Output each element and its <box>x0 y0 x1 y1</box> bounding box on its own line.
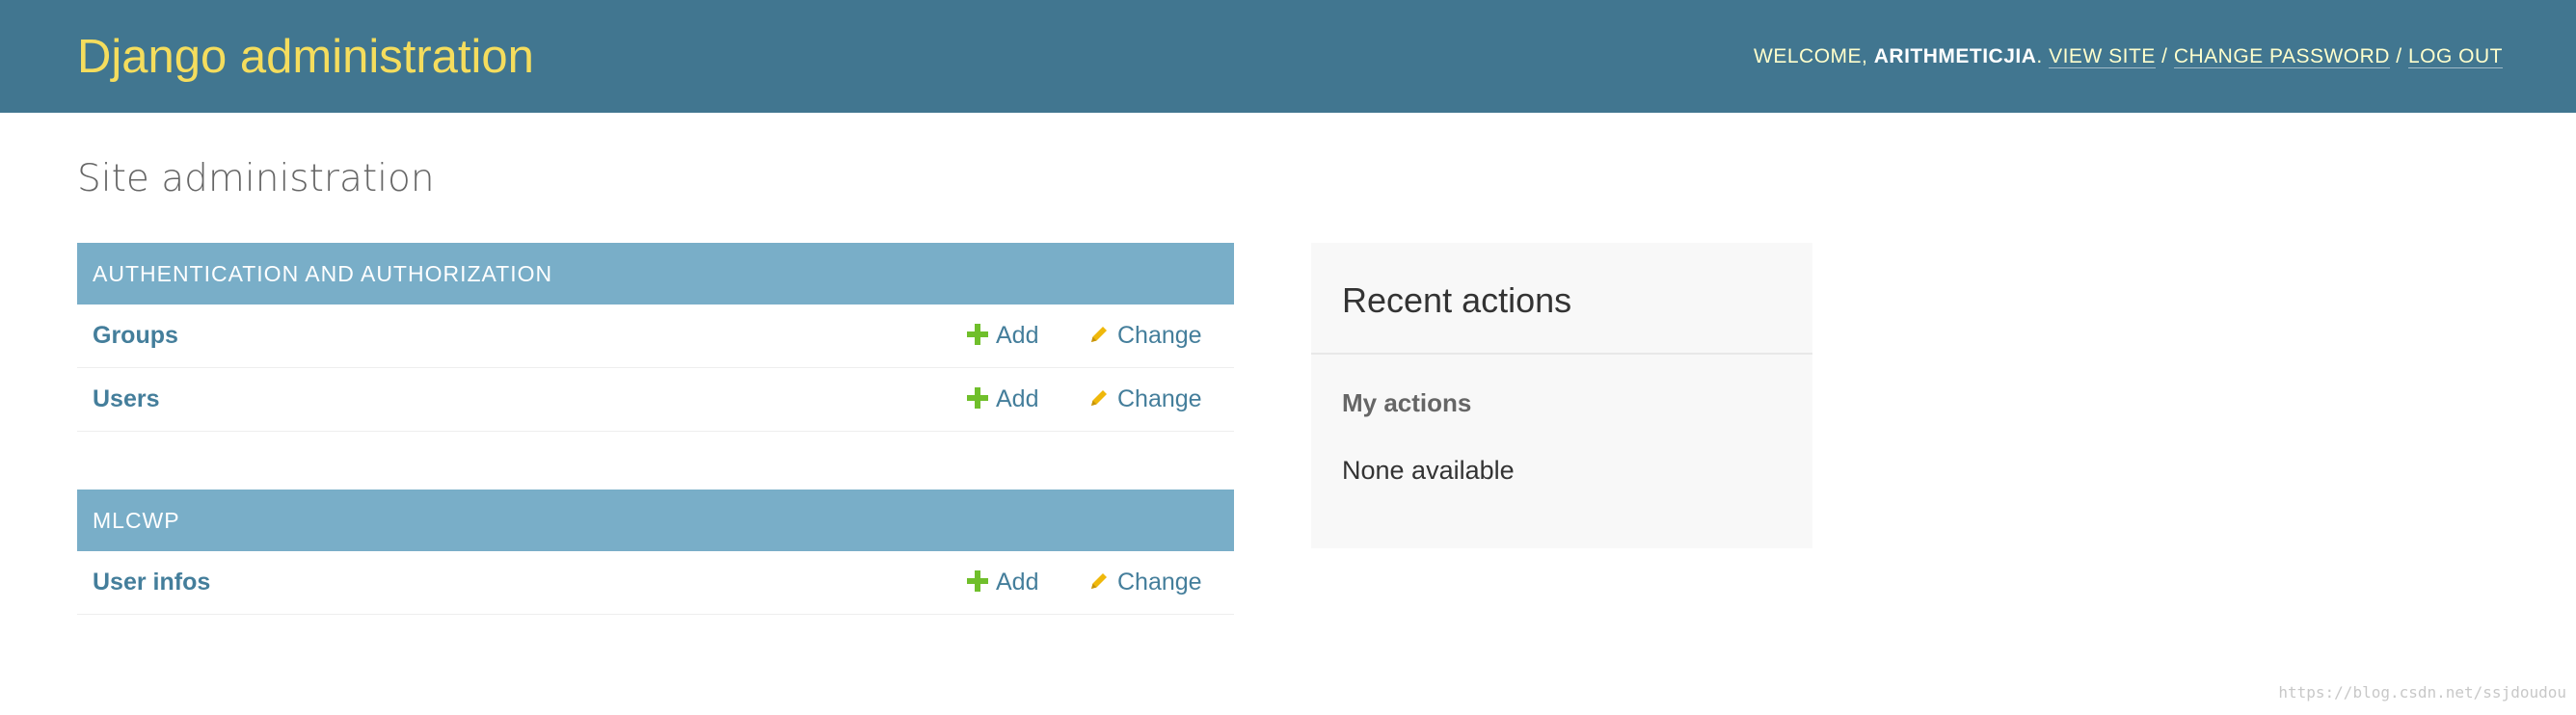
site-branding[interactable]: Django administration <box>77 27 534 87</box>
user-tools: WELCOME, ARITHMETICJIA. VIEW SITE / CHAN… <box>1754 43 2503 70</box>
table-row: User infos Add Change <box>77 551 1234 615</box>
module-mlcwp: MLCWP User infos Add Change <box>77 490 1234 615</box>
change-label: Change <box>1117 569 1202 596</box>
add-groups-button[interactable]: Add <box>967 305 1038 367</box>
recent-actions-title: Recent actions <box>1342 280 1572 320</box>
welcome-period: . <box>2036 45 2043 67</box>
module-auth: AUTHENTICATION AND AUTHORIZATION Groups … <box>77 243 1234 432</box>
header-bar: Django administration WELCOME, ARITHMETI… <box>0 0 2576 113</box>
view-site-link[interactable]: VIEW SITE <box>2049 45 2156 68</box>
add-label: Add <box>996 322 1039 349</box>
change-label: Change <box>1117 385 1202 412</box>
page-title: Site administration <box>77 157 435 200</box>
model-link-users[interactable]: Users <box>93 368 160 431</box>
separator: / <box>2396 45 2402 67</box>
table-row: Users Add Change <box>77 368 1234 432</box>
welcome-label: WELCOME, <box>1754 45 1874 67</box>
add-label: Add <box>996 385 1039 412</box>
divider <box>1311 353 1812 355</box>
change-label: Change <box>1117 322 1202 349</box>
add-label: Add <box>996 569 1039 596</box>
separator: / <box>2161 45 2168 67</box>
change-password-link[interactable]: CHANGE PASSWORD <box>2173 45 2390 68</box>
add-user-infos-button[interactable]: Add <box>967 551 1038 614</box>
model-link-user-infos[interactable]: User infos <box>93 551 210 614</box>
pencil-icon <box>1091 573 1107 589</box>
module-caption[interactable]: MLCWP <box>77 490 1234 551</box>
plus-icon <box>967 324 988 345</box>
module-caption[interactable]: AUTHENTICATION AND AUTHORIZATION <box>77 243 1234 305</box>
recent-actions-panel: Recent actions My actions None available <box>1311 243 1812 548</box>
change-users-button[interactable]: Change <box>1088 368 1202 431</box>
log-out-link[interactable]: LOG OUT <box>2407 45 2503 68</box>
empty-actions-text: None available <box>1342 456 1515 485</box>
model-link-groups[interactable]: Groups <box>93 305 178 367</box>
change-groups-button[interactable]: Change <box>1088 305 1202 367</box>
change-user-infos-button[interactable]: Change <box>1088 551 1202 614</box>
my-actions-heading: My actions <box>1342 388 1472 417</box>
plus-icon <box>967 570 988 592</box>
pencil-icon <box>1091 327 1107 342</box>
watermark: https://blog.csdn.net/ssjdoudou <box>2278 683 2566 702</box>
plus-icon <box>967 387 988 409</box>
table-row: Groups Add Change <box>77 305 1234 368</box>
pencil-icon <box>1091 390 1107 406</box>
username: ARITHMETICJIA <box>1873 45 2037 67</box>
add-users-button[interactable]: Add <box>967 368 1038 431</box>
